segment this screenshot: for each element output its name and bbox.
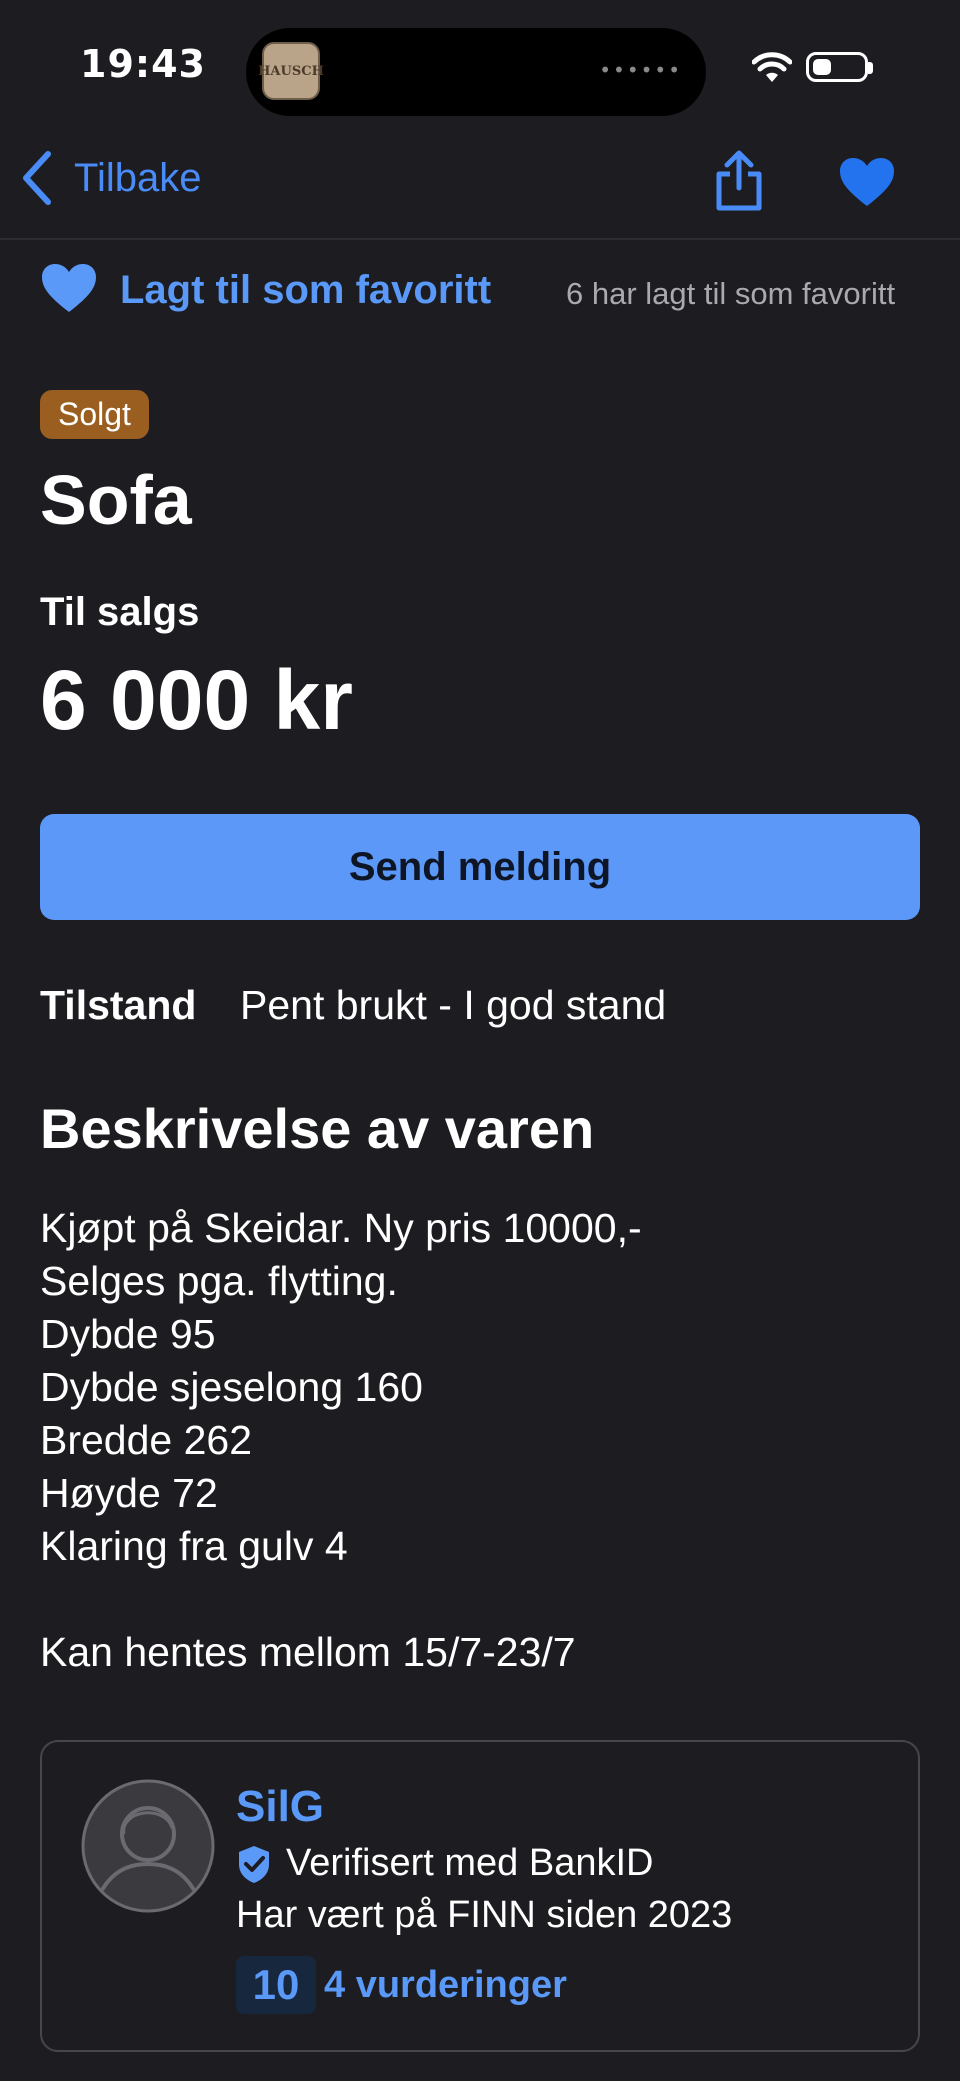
battery-icon (806, 52, 868, 82)
rating-score: 10 (236, 1956, 316, 2014)
sale-type: Til salgs (40, 590, 200, 634)
share-icon[interactable] (714, 150, 764, 212)
member-since: Har vært på FINN siden 2023 (236, 1894, 733, 1936)
favorite-toggle-label[interactable]: Lagt til som favoritt (120, 268, 491, 313)
wifi-icon (752, 52, 792, 82)
description-line: Kjøpt på Skeidar. Ny pris 10000,- (40, 1205, 642, 1251)
description-line: Bredde 262 (40, 1417, 253, 1463)
description-text: Kjøpt på Skeidar. Ny pris 10000,- Selges… (40, 1202, 642, 1679)
favorite-heart-icon[interactable] (838, 156, 896, 208)
description-line: Selges pga. flytting. (40, 1258, 398, 1304)
chevron-left-icon (23, 151, 51, 205)
listing-price: 6 000 kr (40, 653, 353, 747)
description-line: Høyde 72 (40, 1470, 218, 1516)
description-line: Klaring fra gulv 4 (40, 1523, 348, 1569)
listing-title: Sofa (40, 461, 192, 539)
verified-text: Verifisert med BankID (286, 1842, 654, 1884)
battery-nub (868, 62, 873, 74)
description-line: Dybde sjeselong 160 (40, 1364, 423, 1410)
reviews-link[interactable]: 4 vurderinger (324, 1964, 567, 2007)
back-label: Tilbake (74, 155, 202, 200)
status-badge: Solgt (40, 390, 149, 439)
description-line: Dybde 95 (40, 1311, 216, 1357)
seller-card[interactable]: SilG Verifisert med BankID Har vært på F… (40, 1740, 920, 2052)
avatar[interactable] (80, 1778, 216, 1914)
island-app-icon: HAUSCH (258, 42, 324, 100)
send-message-button[interactable]: Send melding (40, 814, 920, 920)
favorite-count: 6 har lagt til som favoritt (566, 276, 896, 311)
nav-divider (0, 238, 960, 240)
battery-level (813, 59, 831, 75)
verified-shield-icon (239, 1845, 269, 1883)
condition-value: Pent brukt - I god stand (240, 982, 667, 1028)
condition-label: Tilstand (40, 982, 197, 1028)
description-line (40, 1573, 642, 1626)
status-time: 19:43 (80, 42, 206, 86)
dynamic-island: HAUSCH •••••• (246, 28, 706, 116)
heart-icon[interactable] (40, 262, 98, 314)
island-dots: •••••• (599, 58, 682, 82)
description-line: Kan hentes mellom 15/7-23/7 (40, 1629, 576, 1675)
verified-row: Verifisert med BankID (236, 1842, 653, 1885)
description-heading: Beskrivelse av varen (40, 1097, 595, 1160)
back-button[interactable]: Tilbake (20, 150, 201, 206)
seller-name[interactable]: SilG (236, 1782, 324, 1832)
